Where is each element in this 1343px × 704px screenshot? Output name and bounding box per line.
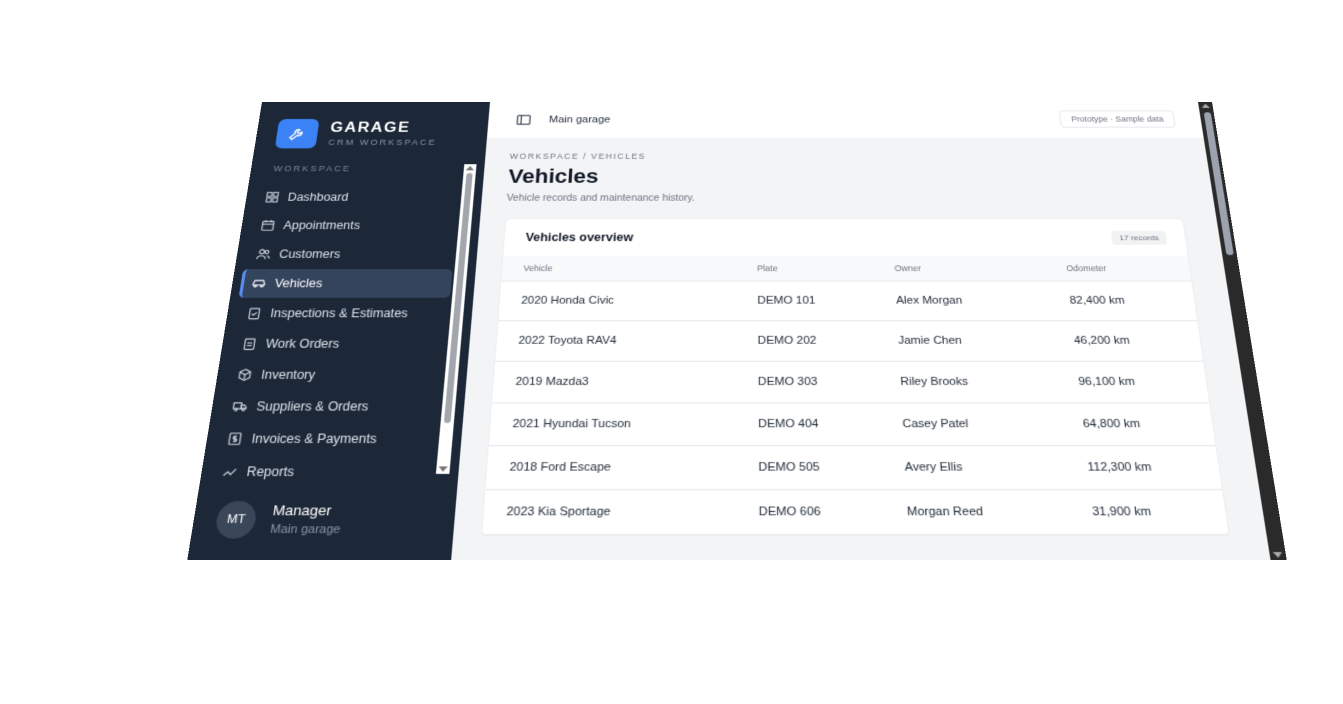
sidebar-item-dashboard[interactable]: Dashboard (253, 184, 461, 211)
odometer-cell: 31,900 km (1067, 489, 1229, 535)
table-row[interactable]: 2018 Ford Escape DEMO 505 Avery Ellis 11… (485, 445, 1222, 490)
user-name: Manager (271, 502, 333, 519)
sidebar-item-label: Customers (278, 247, 342, 261)
breadcrumb: WORKSPACE / VEHICLES (509, 151, 647, 161)
sidebar-item-label: Work Orders (264, 336, 341, 351)
odometer-cell: 96,100 km (1054, 361, 1210, 403)
card-header: Vehicles overview 17 records (503, 219, 1187, 256)
dashboard-icon (264, 191, 280, 204)
column-header-odometer[interactable]: Odometer (1043, 256, 1192, 282)
invoice-icon (226, 431, 244, 446)
page-content: WORKSPACE / VEHICLES Vehicles Vehicle re… (480, 151, 1242, 537)
vehicle-cell: 2018 Ford Escape (485, 445, 736, 490)
user-profile[interactable]: MT Manager Main garage (187, 479, 458, 560)
vehicles-table: Vehicle Plate Owner Odometer 2020 Honda … (481, 256, 1229, 535)
column-header-vehicle[interactable]: Vehicle (501, 256, 736, 282)
sidebar-item-invoices[interactable]: Invoices & Payments (213, 423, 438, 455)
card-title: Vehicles overview (525, 230, 634, 244)
sidebar-item-suppliers[interactable]: Suppliers & Orders (219, 391, 442, 422)
scroll-up-arrow-icon[interactable] (1201, 103, 1210, 108)
plate-cell: DEMO 101 (735, 281, 876, 321)
sidebar-item-label: Reports (245, 464, 296, 480)
brand[interactable]: GARAGE CRM WORKSPACE (274, 119, 439, 149)
scroll-up-arrow-icon[interactable] (465, 165, 475, 171)
table-row[interactable]: 2020 Honda Civic DEMO 101 Alex Morgan 82… (498, 281, 1198, 321)
vehicles-card: Vehicles overview 17 records Vehicle Pla… (480, 218, 1231, 537)
brand-name: GARAGE (329, 120, 412, 136)
user-location: Main garage (269, 523, 342, 537)
scroll-down-arrow-icon[interactable] (438, 466, 448, 472)
calendar-icon (260, 219, 277, 232)
clipboard-check-icon (246, 307, 263, 321)
sidebar-toggle-icon[interactable] (516, 115, 531, 125)
sidebar-item-inspections[interactable]: Inspections & Estimates (234, 299, 450, 328)
avatar: MT (213, 500, 259, 539)
vehicle-cell: 2022 Toyota RAV4 (495, 320, 736, 362)
main-area: Main garage Prototype · Sample data WORK… (451, 102, 1287, 560)
wrench-icon (274, 119, 320, 149)
owner-cell: Avery Ellis (881, 445, 1068, 490)
brand-subtitle: CRM WORKSPACE (327, 137, 438, 147)
odometer-cell: 64,800 km (1058, 402, 1216, 446)
sidebar-item-reports[interactable]: Reports (209, 456, 435, 480)
plate-cell: DEMO 202 (735, 320, 878, 362)
sidebar-item-label: Suppliers & Orders (255, 399, 370, 414)
vehicle-cell: 2021 Hyundai Tucson (488, 402, 736, 446)
owner-cell: Alex Morgan (873, 281, 1051, 321)
screen: GARAGE CRM WORKSPACE WORKSPACE Dashboard… (0, 0, 1343, 704)
page-subtitle: Vehicle records and maintenance history. (506, 193, 695, 204)
records-count-badge: 17 records (1111, 230, 1168, 245)
sidebar-item-label: Vehicles (273, 276, 324, 291)
odometer-cell: 46,200 km (1050, 320, 1204, 362)
location-label: Main garage (548, 114, 611, 126)
sidebar-item-label: Inventory (260, 367, 317, 382)
sidebar-item-appointments[interactable]: Appointments (248, 212, 458, 240)
sidebar-item-work-orders[interactable]: Work Orders (229, 329, 447, 359)
odometer-cell: 82,400 km (1046, 281, 1198, 321)
owner-cell: Morgan Reed (883, 489, 1072, 535)
car-icon (250, 277, 267, 290)
sidebar-item-label: Invoices & Payments (250, 431, 378, 447)
plate-cell: DEMO 606 (735, 489, 886, 535)
sidebar-item-label: Dashboard (286, 190, 350, 204)
vehicle-cell: 2019 Mazda3 (492, 361, 736, 403)
table-header-row: Vehicle Plate Owner Odometer (501, 256, 1192, 282)
app-window: GARAGE CRM WORKSPACE WORKSPACE Dashboard… (187, 102, 1287, 560)
table-row[interactable]: 2022 Toyota RAV4 DEMO 202 Jamie Chen 46,… (495, 320, 1204, 362)
column-header-owner[interactable]: Owner (872, 256, 1047, 282)
sidebar-section-label: WORKSPACE (272, 164, 352, 174)
truck-icon (231, 399, 249, 413)
topbar: Main garage Prototype · Sample data (486, 102, 1219, 139)
scrollbar-thumb[interactable] (1203, 112, 1234, 256)
table-row[interactable]: 2023 Kia Sportage DEMO 606 Morgan Reed 3… (481, 489, 1229, 535)
scroll-down-arrow-icon[interactable] (1272, 552, 1283, 558)
plate-cell: DEMO 404 (735, 402, 882, 446)
prototype-badge: Prototype · Sample data (1059, 110, 1176, 128)
sidebar-item-vehicles[interactable]: Vehicles (238, 269, 453, 298)
sidebar-nav: Dashboard Appointments Customers Vehicle… (209, 184, 460, 481)
table-row[interactable]: 2021 Hyundai Tucson DEMO 404 Casey Patel… (488, 402, 1216, 446)
odometer-cell: 112,300 km (1062, 445, 1222, 490)
clipboard-list-icon (241, 337, 258, 351)
page-title: Vehicles (507, 165, 600, 188)
vehicle-cell: 2023 Kia Sportage (481, 489, 736, 535)
plate-cell: DEMO 303 (735, 361, 880, 403)
users-icon (255, 248, 272, 261)
box-icon (236, 368, 254, 382)
sidebar: GARAGE CRM WORKSPACE WORKSPACE Dashboard… (187, 102, 490, 560)
sidebar-item-customers[interactable]: Customers (243, 240, 455, 268)
sidebar-item-label: Appointments (282, 218, 361, 232)
sidebar-item-label: Inspections & Estimates (269, 306, 409, 321)
chart-line-icon (221, 464, 239, 479)
table-row[interactable]: 2019 Mazda3 DEMO 303 Riley Brooks 96,100… (492, 361, 1210, 403)
column-header-plate[interactable]: Plate (735, 256, 874, 282)
plate-cell: DEMO 505 (735, 445, 884, 490)
vehicle-cell: 2020 Honda Civic (498, 281, 736, 321)
owner-cell: Riley Brooks (877, 361, 1059, 403)
owner-cell: Jamie Chen (875, 320, 1055, 362)
owner-cell: Casey Patel (879, 402, 1063, 446)
sidebar-item-inventory[interactable]: Inventory (224, 360, 444, 390)
